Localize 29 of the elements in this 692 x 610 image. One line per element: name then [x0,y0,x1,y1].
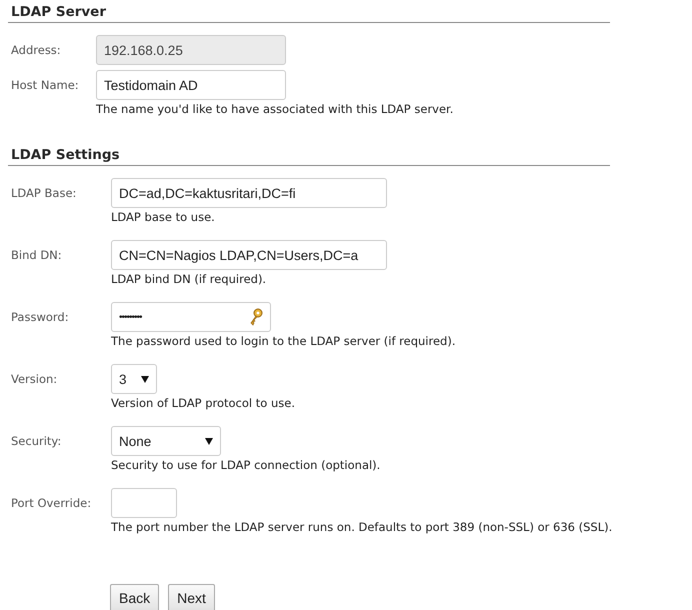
help-text: Version of LDAP protocol to use. [111,395,295,410]
dropdown[interactable]: None [111,426,221,456]
nav-button[interactable]: Next [168,584,215,610]
caret-icon [205,438,213,444]
help-text: The port number the LDAP server runs on. Defaults to port 389 (non-SSL) or 636 (SSL). [111,519,612,534]
field-label: Version: [10,371,58,388]
input-field[interactable]: DC=ad,DC=kaktusritari,DC=fi [111,178,387,208]
help-text: The password used to login to the LDAP server (if required). [111,333,456,348]
dropdown[interactable]: 3 [111,364,157,394]
field-label: Bind DN: [10,247,63,264]
key-icon [249,308,263,326]
field-label: Host Name: [10,77,80,94]
section-heading: LDAP Settings [8,143,610,166]
nav-button[interactable]: Back [110,584,160,610]
help-text: LDAP base to use. [111,209,215,224]
help-text: Security to use for LDAP connection (optional). [111,457,380,472]
caret-icon [141,376,149,382]
help-text: The name you'd like to have associated with this LDAP server. [96,101,454,116]
section-heading: LDAP Server [8,0,610,23]
field-label: Security: [10,433,62,450]
field-label: Password: [10,309,70,326]
field-label: Port Override: [10,495,92,512]
password-field[interactable]: ••••••••• [111,302,271,332]
field-label: LDAP Base: [10,185,78,202]
field-label: Address: [10,42,62,59]
help-text: LDAP bind DN (if required). [111,271,266,286]
input-field[interactable]: Testidomain AD [96,70,286,100]
input-field[interactable]: CN=CN=Nagios LDAP,CN=Users,DC=a [111,240,387,270]
input-field[interactable] [111,488,177,518]
